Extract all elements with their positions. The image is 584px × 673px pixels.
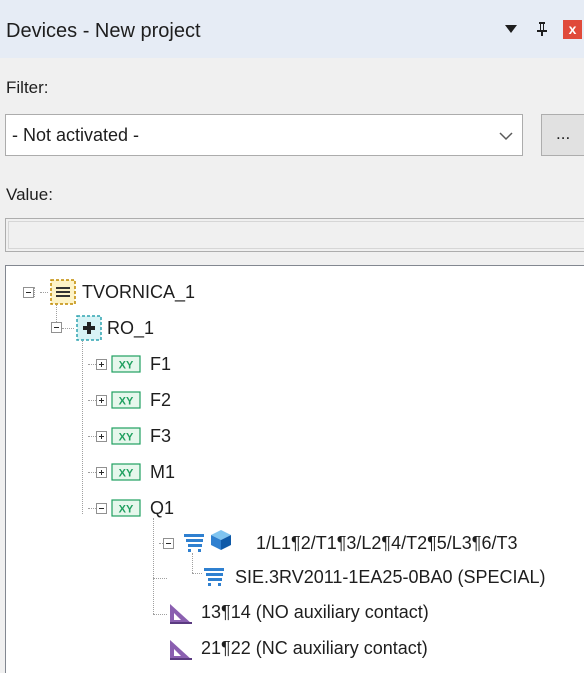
tree-connector [88,364,96,365]
tree-connector [88,400,96,401]
pin-icon [537,22,547,36]
collapse-toggle[interactable] [163,538,174,549]
tree-node-label[interactable]: 21¶22 (NC auxiliary contact) [201,637,428,659]
svg-text:XY: XY [119,504,134,516]
dropdown-menu-button[interactable] [500,16,522,42]
svg-text:XY: XY [119,432,134,444]
expand-toggle[interactable] [96,395,107,406]
tree-node-label[interactable]: 1/L1¶2/T1¶3/L2¶4/T2¶5/L3¶6/T3 [256,532,518,554]
value-input[interactable] [5,218,584,252]
part-cart-icon [184,534,204,552]
tree-connector [192,553,193,573]
tree-node-label[interactable]: F1 [150,353,171,375]
contact-triangle-icon [170,604,192,624]
collapse-toggle[interactable] [51,322,62,333]
xy-device-icon: XY [111,463,141,481]
svg-text:XY: XY [119,396,134,408]
xy-device-icon: XY [111,391,141,409]
filter-browse-button[interactable]: ... [541,114,584,156]
triangle-down-icon [505,25,517,33]
window-title: Devices - New project [6,20,201,42]
close-button[interactable]: x [561,16,584,42]
xy-device-icon: XY [111,355,141,373]
svg-text:XY: XY [119,360,134,372]
expand-toggle[interactable] [96,431,107,442]
filter-label: Filter: [6,78,49,97]
tree-connector [40,292,48,293]
collapse-toggle[interactable] [23,287,34,298]
tree-connector [192,573,202,574]
device-tree[interactable]: TVORNICA_1 RO_1 XY F1 XY F2 XY F3 XY M1 … [5,265,584,673]
filter-selected-value: - Not activated - [12,125,140,145]
tree-node-label[interactable]: RO_1 [107,317,154,339]
window-titlebar: Devices - New project x [0,0,584,58]
tree-connector [88,508,96,509]
location-icon [76,315,102,341]
devices-panel: Filter: - Not activated - ... Value: TVO… [0,58,584,673]
tree-connector [62,328,74,329]
value-label: Value: [6,185,53,204]
tree-connector [82,338,83,514]
browse-button-label: ... [556,124,571,143]
tree-connector [34,287,35,297]
tree-connector [56,302,57,322]
3d-model-icon [211,530,231,550]
xy-device-icon: XY [111,427,141,445]
tree-node-label[interactable]: 13¶14 (NO auxiliary contact) [201,601,429,623]
collapse-toggle[interactable] [96,503,107,514]
tree-connector [153,578,167,579]
svg-text:XY: XY [119,468,134,480]
tree-connector [153,518,154,548]
tree-node-label[interactable]: M1 [150,461,175,483]
tree-node-label[interactable]: SIE.3RV2011-1EA25-0BA0 (SPECIAL) [235,566,546,588]
tree-connector [153,614,167,615]
tree-connector [88,436,96,437]
tree-node-label[interactable]: Q1 [150,497,174,519]
contact-triangle-icon [170,640,192,660]
tree-connector [88,472,96,473]
tree-node-label[interactable]: F2 [150,389,171,411]
plant-icon [50,279,76,305]
pin-button[interactable] [531,16,553,42]
chevron-down-icon [499,132,513,141]
value-input-inner [8,221,584,249]
expand-toggle[interactable] [96,359,107,370]
xy-device-icon: XY [111,499,141,517]
filter-select[interactable]: - Not activated - [5,114,523,156]
expand-toggle[interactable] [96,467,107,478]
part-cart-icon [204,568,224,586]
tree-node-label[interactable]: TVORNICA_1 [82,281,195,303]
close-icon: x [563,19,582,39]
tree-node-label[interactable]: F3 [150,425,171,447]
